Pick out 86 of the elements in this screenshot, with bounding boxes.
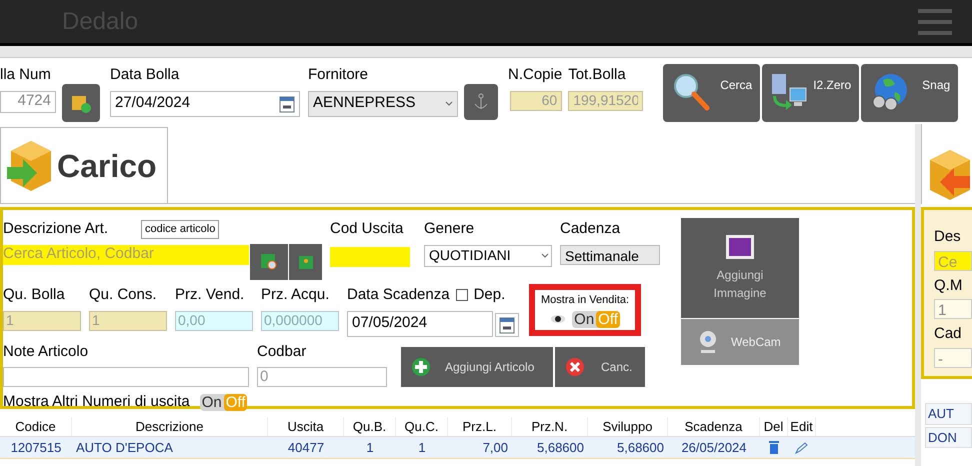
notes-field[interactable] bbox=[3, 367, 249, 387]
column-header[interactable]: Del bbox=[760, 416, 788, 436]
date-field[interactable]: 27/04/2024 bbox=[110, 90, 300, 116]
add-image-button[interactable]: Aggiungi Immagine bbox=[681, 218, 799, 318]
calendar-icon[interactable] bbox=[279, 94, 295, 112]
table-cell-text: 26/05/2024 bbox=[680, 438, 748, 457]
new-box-button[interactable] bbox=[62, 84, 100, 122]
column-header[interactable]: Descrizione bbox=[72, 416, 268, 436]
column-header[interactable]: Qu.B. bbox=[344, 416, 396, 436]
field-label: Descrizione Art. bbox=[3, 219, 110, 239]
table-cell-text: 1207515 bbox=[10, 438, 62, 457]
search-article-button[interactable] bbox=[250, 244, 288, 280]
column-header[interactable]: Codice bbox=[0, 416, 72, 436]
carico-tab[interactable]: Carico bbox=[0, 127, 168, 203]
cube-icon bbox=[298, 254, 314, 270]
field-label: Fornitore bbox=[308, 65, 370, 85]
chevron-down-icon bbox=[541, 253, 549, 258]
field-label: Des bbox=[934, 227, 962, 247]
chevron-down-icon bbox=[445, 101, 453, 106]
cadence-field[interactable]: Settimanale bbox=[560, 244, 660, 264]
field-label: Genere bbox=[424, 219, 476, 239]
plus-circle-icon bbox=[411, 356, 431, 376]
field-label: Mostra Altri Numeri di uscita bbox=[3, 392, 190, 412]
toolbar-button[interactable]: Cerca bbox=[663, 64, 760, 122]
field-label: lla Num bbox=[0, 65, 52, 85]
checkbox-label: Dep. bbox=[474, 285, 506, 305]
on-off-toggle[interactable]: On Off bbox=[572, 310, 620, 328]
cod-uscita-field[interactable] bbox=[330, 246, 410, 266]
column-header[interactable]: Scadenza bbox=[668, 416, 760, 436]
field-label: Cod Uscita bbox=[330, 219, 404, 239]
mode-label: codice articolo bbox=[141, 220, 220, 238]
cancel-button[interactable]: Canc. bbox=[555, 346, 645, 386]
supplier-dropdown[interactable]: AENNEPRESS bbox=[308, 90, 458, 116]
field-label: Prz. Vend. bbox=[175, 285, 246, 305]
picture-icon bbox=[725, 234, 755, 260]
calendar-icon[interactable] bbox=[499, 316, 515, 334]
on-off-toggle[interactable]: On Off bbox=[200, 394, 248, 411]
table-cell-text: 5,68600 bbox=[536, 438, 585, 457]
calendar-button[interactable] bbox=[495, 312, 519, 336]
table-cell-text: 5,68600 bbox=[616, 438, 665, 457]
field-label: Codbar bbox=[257, 342, 308, 362]
trash-icon[interactable] bbox=[769, 441, 779, 454]
cube-button[interactable] bbox=[289, 244, 322, 280]
field-label: N.Copie bbox=[508, 65, 562, 85]
list-item[interactable]: DON bbox=[925, 426, 972, 448]
field-label: Cad bbox=[934, 324, 963, 344]
anchor-button[interactable] bbox=[464, 84, 498, 120]
field-label: Data Scadenza bbox=[347, 285, 450, 305]
field-label: Prz. Acqu. bbox=[261, 285, 330, 305]
webcam-icon bbox=[699, 330, 717, 354]
toolbar-button[interactable]: I2.Zero bbox=[762, 64, 860, 122]
cube-search-icon bbox=[259, 252, 279, 272]
field-label: Tot.Bolla bbox=[568, 65, 627, 85]
magnifier-icon bbox=[671, 72, 712, 112]
column-header[interactable]: Edit bbox=[788, 416, 816, 436]
list-item[interactable]: AUT bbox=[925, 403, 972, 424]
field-label: Cadenza bbox=[560, 219, 622, 239]
column-header[interactable]: Sviluppo bbox=[588, 416, 668, 436]
menu-icon[interactable] bbox=[918, 8, 952, 34]
anchor-icon bbox=[473, 93, 489, 111]
field-label: Qu. Cons. bbox=[89, 285, 158, 305]
table-row[interactable]: 1207515 AUTO D'EPOCA 40477 1 1 7,00 5,68600 5,68600 26/05/2024 bbox=[0, 437, 915, 459]
expiry-date-field[interactable]: 07/05/2024 bbox=[347, 310, 493, 336]
column-header[interactable]: Prz.L. bbox=[448, 416, 512, 436]
column-header[interactable]: Prz.N. bbox=[512, 416, 588, 436]
column-header[interactable]: Uscita bbox=[268, 416, 344, 436]
table-cell-text: 40477 bbox=[286, 438, 326, 457]
field-label: Note Articolo bbox=[3, 342, 90, 362]
table-cell-text: 7,00 bbox=[482, 438, 509, 457]
column-header[interactable]: Qu.C. bbox=[396, 416, 448, 436]
bolla-number-field[interactable]: 4724 bbox=[0, 90, 56, 112]
checkbox[interactable] bbox=[456, 289, 468, 302]
table-cell-text: AUTO D'EPOCA bbox=[75, 438, 174, 457]
table-cell-text: 1 bbox=[417, 438, 427, 457]
field-label: Data Bolla bbox=[110, 65, 180, 85]
toolbar-button[interactable]: Snag bbox=[861, 64, 958, 122]
table-cell-text: 1 bbox=[365, 438, 375, 457]
add-article-button[interactable]: Aggiungi Articolo bbox=[401, 346, 553, 386]
pencil-icon[interactable] bbox=[795, 442, 809, 454]
eye-icon bbox=[550, 314, 566, 324]
genre-dropdown[interactable]: QUOTIDIANI bbox=[424, 244, 552, 266]
field-label: Q.M bbox=[934, 276, 964, 296]
close-icon bbox=[565, 356, 585, 376]
search-field[interactable]: Cerca Articolo, Codbar bbox=[3, 244, 249, 264]
field-label: Qu. Bolla bbox=[3, 285, 66, 305]
field-label: Mostra in Vendita: bbox=[541, 293, 630, 308]
